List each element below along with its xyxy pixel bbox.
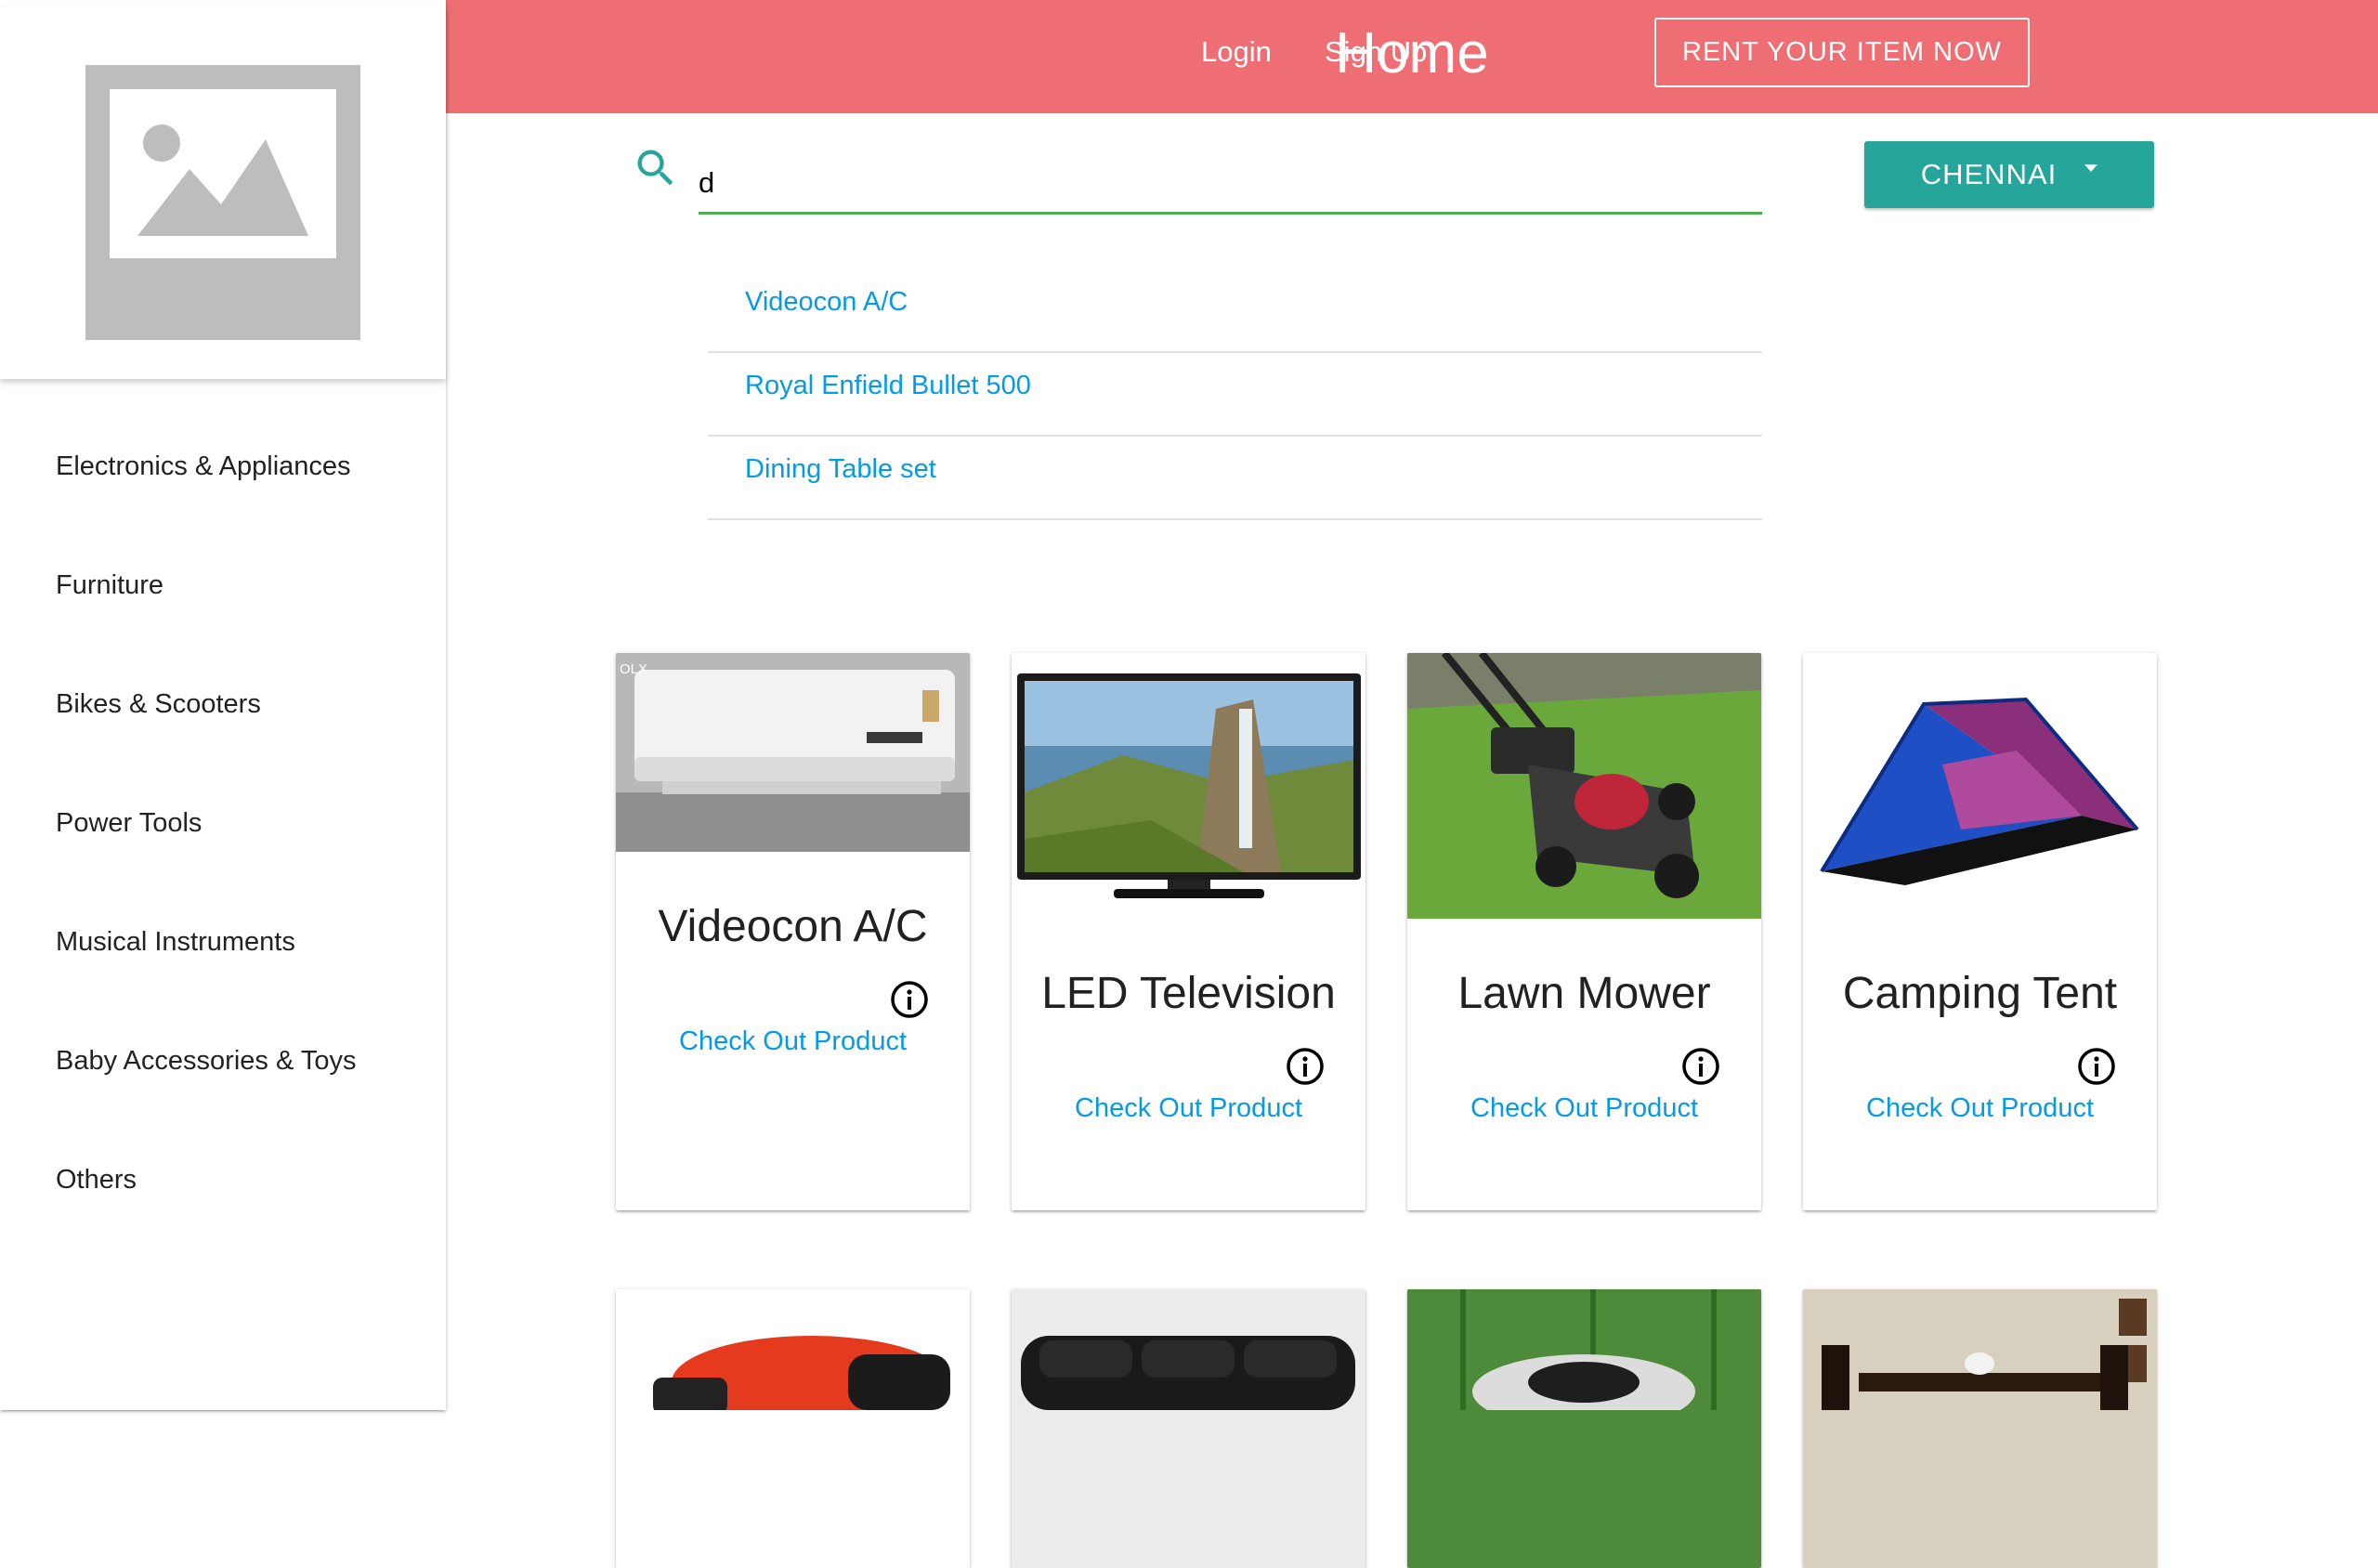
product-image[interactable] xyxy=(1407,653,1761,919)
search-icon[interactable] xyxy=(632,144,680,192)
check-out-product-link[interactable]: Check Out Product xyxy=(1803,1093,2157,1124)
category-power-tools[interactable]: Power Tools xyxy=(0,765,446,884)
check-out-product-link[interactable]: Check Out Product xyxy=(1012,1093,1365,1124)
suggestion-item[interactable]: Videocon A/C xyxy=(708,269,1762,353)
product-image[interactable] xyxy=(1407,1289,1761,1568)
info-icon[interactable] xyxy=(890,980,929,1019)
suggestion-item[interactable]: Royal Enfield Bullet 500 xyxy=(708,353,1762,437)
sidebar: Electronics & Appliances Furniture Bikes… xyxy=(0,0,446,1410)
search-input[interactable] xyxy=(699,154,1762,215)
image-placeholder-icon xyxy=(85,65,360,340)
info-icon[interactable] xyxy=(1286,1047,1325,1086)
category-list: Electronics & Appliances Furniture Bikes… xyxy=(0,409,446,1241)
caret-down-icon xyxy=(2084,164,2098,172)
product-image[interactable]: OLX xyxy=(616,653,970,852)
category-others[interactable]: Others xyxy=(0,1122,446,1241)
check-out-product-link[interactable]: Check Out Product xyxy=(616,1026,970,1057)
info-icon[interactable] xyxy=(2077,1047,2116,1086)
product-image[interactable] xyxy=(1803,1289,2157,1568)
category-musical-instruments[interactable]: Musical Instruments xyxy=(0,884,446,1003)
category-bikes[interactable]: Bikes & Scooters xyxy=(0,647,446,765)
logo[interactable] xyxy=(0,7,446,379)
product-image[interactable] xyxy=(616,1289,970,1568)
product-card: LED Television Check Out Product xyxy=(1012,653,1365,1210)
top-navbar: Home RENT YOUR ITEM NOW Login Sign Up xyxy=(446,0,2378,113)
product-image[interactable] xyxy=(1012,653,1365,919)
city-dropdown-button[interactable]: CHENNAI xyxy=(1864,141,2154,208)
product-card xyxy=(1012,1289,1365,1568)
product-card: OLX Videocon A/C Check Out Product xyxy=(616,653,970,1210)
product-image[interactable] xyxy=(1803,653,2157,919)
category-electronics[interactable]: Electronics & Appliances xyxy=(0,409,446,528)
product-card: Lawn Mower Check Out Product xyxy=(1407,653,1761,1210)
product-title: Videocon A/C xyxy=(658,902,928,951)
product-title: Camping Tent xyxy=(1842,969,2118,1018)
rent-item-button[interactable]: RENT YOUR ITEM NOW xyxy=(1654,18,2030,87)
search-suggestions: Videocon A/C Royal Enfield Bullet 500 Di… xyxy=(708,269,1762,520)
product-card xyxy=(616,1289,970,1568)
product-card: Camping Tent Check Out Product xyxy=(1803,653,2157,1210)
product-image[interactable] xyxy=(1012,1289,1365,1568)
category-furniture[interactable]: Furniture xyxy=(0,528,446,647)
suggestion-item[interactable]: Dining Table set xyxy=(708,437,1762,520)
login-link[interactable]: Login xyxy=(1201,30,1272,74)
product-title: LED Television xyxy=(1041,969,1336,1018)
city-label: CHENNAI xyxy=(1920,158,2058,190)
product-card xyxy=(1407,1289,1761,1568)
product-title: Lawn Mower xyxy=(1457,969,1711,1018)
info-icon[interactable] xyxy=(1681,1047,1720,1086)
category-baby-toys[interactable]: Baby Accessories & Toys xyxy=(0,1003,446,1122)
signup-link[interactable]: Sign Up xyxy=(1325,30,1427,74)
svg-text:OLX: OLX xyxy=(620,661,647,677)
check-out-product-link[interactable]: Check Out Product xyxy=(1407,1093,1761,1124)
product-card xyxy=(1803,1289,2157,1568)
